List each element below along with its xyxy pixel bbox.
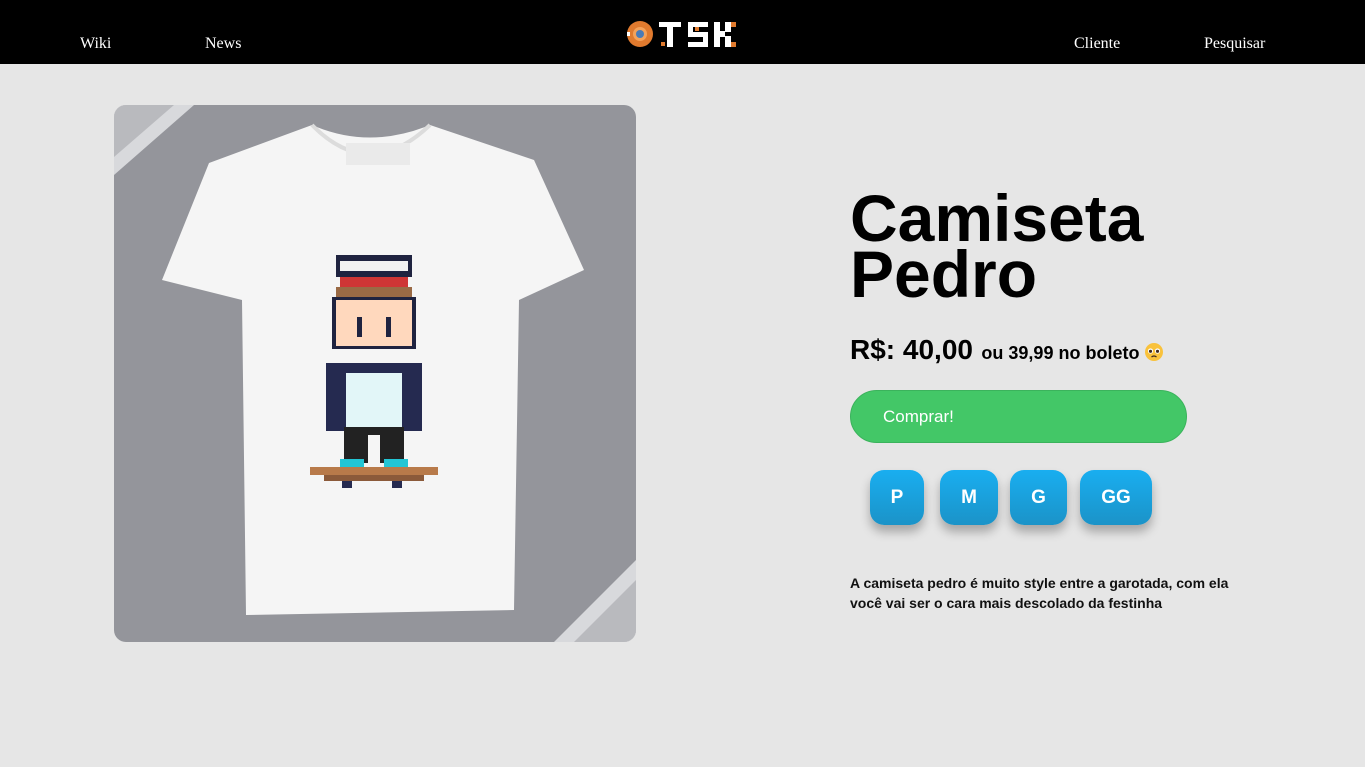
tshirt-image — [114, 105, 636, 642]
size-button-p[interactable]: P — [870, 470, 924, 525]
pleading-face-icon — [1144, 343, 1163, 361]
nav-link-pesquisar[interactable]: Pesquisar — [1204, 35, 1265, 53]
product-title: Camiseta Pedro — [850, 185, 1270, 307]
product-price: R$: 40,00 — [850, 334, 973, 365]
product-title-line2: Pedro — [850, 237, 1038, 311]
product-description: A camiseta pedro é muito style entre a g… — [850, 575, 1229, 611]
otsk-logo[interactable] — [625, 18, 741, 50]
nav-link-wiki[interactable]: Wiki — [80, 35, 111, 53]
buy-button[interactable]: Comprar! — [850, 390, 1187, 443]
size-button-gg[interactable]: GG — [1080, 470, 1152, 525]
size-button-m[interactable]: M — [940, 470, 998, 525]
top-navbar: Wiki News Cliente Pesquisar — [0, 0, 1365, 64]
price-line: R$: 40,00 ou 39,99 no boleto — [850, 334, 1164, 366]
size-button-g[interactable]: G — [1010, 470, 1067, 525]
nav-link-news[interactable]: News — [205, 35, 241, 53]
product-image — [114, 105, 636, 642]
nav-link-cliente[interactable]: Cliente — [1074, 35, 1120, 53]
boleto-price: ou 39,99 no boleto — [981, 343, 1140, 363]
